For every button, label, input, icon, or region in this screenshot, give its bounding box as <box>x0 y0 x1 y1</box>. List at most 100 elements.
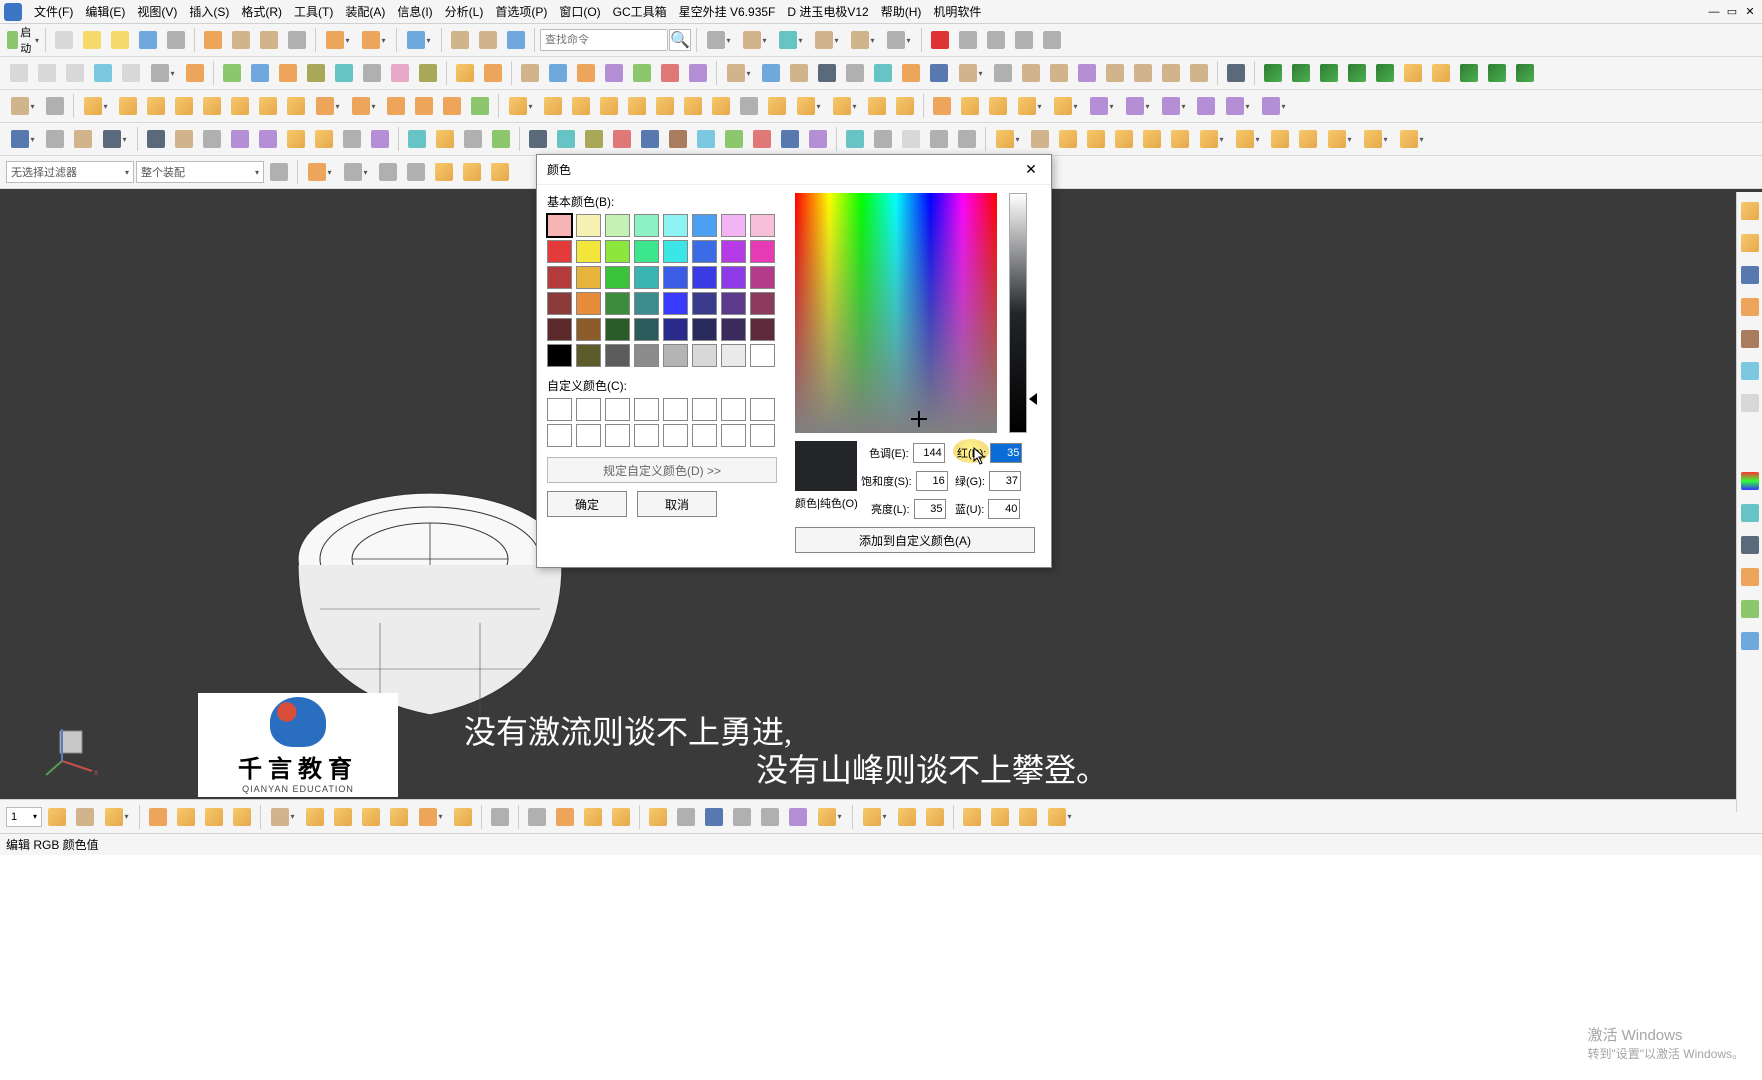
restore-button[interactable]: ▭ <box>1724 5 1740 19</box>
feat-14-icon[interactable] <box>411 93 437 119</box>
feat-1-icon[interactable]: ▾ <box>6 93 40 119</box>
basic-swatch[interactable] <box>750 318 775 341</box>
menu-prefs[interactable]: 首选项(P) <box>489 3 553 20</box>
tb4-20-icon[interactable] <box>637 126 663 152</box>
basic-swatch[interactable] <box>721 214 746 237</box>
basic-swatch[interactable] <box>576 344 601 367</box>
feat-18-icon[interactable] <box>540 93 566 119</box>
p1-icon[interactable] <box>1400 60 1426 86</box>
excel-3-icon[interactable] <box>1316 60 1342 86</box>
curve-3-icon[interactable] <box>573 60 599 86</box>
command-search-go[interactable]: 🔍 <box>669 29 691 51</box>
line-icon[interactable] <box>6 60 32 86</box>
minimize-button[interactable]: — <box>1706 5 1722 19</box>
custom-swatch[interactable] <box>605 424 630 447</box>
sel-7-icon[interactable] <box>459 159 485 185</box>
copy-button[interactable] <box>228 27 254 53</box>
basic-swatch[interactable] <box>547 240 572 263</box>
custom-swatch[interactable] <box>750 424 775 447</box>
basic-swatch[interactable] <box>576 318 601 341</box>
rb-1-icon[interactable] <box>1738 198 1762 224</box>
paste-button[interactable] <box>256 27 282 53</box>
menu-gc[interactable]: GC工具箱 <box>607 3 673 20</box>
feat-41-icon[interactable]: ▾ <box>1257 93 1291 119</box>
arc-icon[interactable] <box>34 60 60 86</box>
bb-25-icon[interactable] <box>785 804 811 830</box>
basic-swatch[interactable] <box>634 214 659 237</box>
custom-swatch[interactable] <box>692 398 717 421</box>
bb-31-icon[interactable] <box>987 804 1013 830</box>
bb-5-icon[interactable] <box>173 804 199 830</box>
g-input[interactable] <box>989 471 1021 491</box>
open-recent-button[interactable] <box>107 27 133 53</box>
record-button[interactable] <box>927 27 953 53</box>
excel-1-icon[interactable] <box>1260 60 1286 86</box>
basic-swatch[interactable] <box>547 292 572 315</box>
custom-swatch[interactable] <box>663 398 688 421</box>
draw-2-icon[interactable] <box>247 60 273 86</box>
rb-2-icon[interactable] <box>1738 230 1762 256</box>
movie-3-button[interactable] <box>1011 27 1037 53</box>
surf-15-icon[interactable] <box>1130 60 1156 86</box>
luminance-slider[interactable] <box>1009 193 1027 433</box>
menu-plugin-3[interactable]: 机明软件 <box>927 3 987 20</box>
basic-swatch[interactable] <box>634 318 659 341</box>
save-button[interactable] <box>135 27 161 53</box>
multi-view-button[interactable]: ▾ <box>846 27 880 53</box>
feat-37-icon[interactable]: ▾ <box>1121 93 1155 119</box>
tb4-19-icon[interactable] <box>609 126 635 152</box>
rb-7-icon[interactable] <box>1738 390 1762 416</box>
bb-23-icon[interactable] <box>729 804 755 830</box>
menu-window[interactable]: 窗口(O) <box>553 3 606 20</box>
curve-1-icon[interactable] <box>517 60 543 86</box>
tb4-22-icon[interactable] <box>693 126 719 152</box>
surf-2-icon[interactable] <box>758 60 784 86</box>
basic-swatch[interactable] <box>750 214 775 237</box>
rb-9-icon[interactable] <box>1738 500 1762 526</box>
rb-10-icon[interactable] <box>1738 532 1762 558</box>
basic-swatch[interactable] <box>605 240 630 263</box>
curve-5-icon[interactable] <box>629 60 655 86</box>
movie-4-button[interactable] <box>1039 27 1065 53</box>
command-search[interactable] <box>540 29 668 51</box>
tb4-10-icon[interactable] <box>339 126 365 152</box>
basic-swatch[interactable] <box>663 344 688 367</box>
feat-17-icon[interactable]: ▾ <box>504 93 538 119</box>
cut-button[interactable] <box>200 27 226 53</box>
close-button[interactable]: ✕ <box>1742 5 1758 19</box>
basic-swatch[interactable] <box>605 214 630 237</box>
basic-swatch[interactable] <box>692 344 717 367</box>
basic-swatch[interactable] <box>692 266 717 289</box>
draw-1-icon[interactable] <box>219 60 245 86</box>
menu-help[interactable]: 帮助(H) <box>875 3 928 20</box>
feat-8-icon[interactable] <box>227 93 253 119</box>
rb-5-icon[interactable] <box>1738 326 1762 352</box>
custom-swatch[interactable] <box>663 424 688 447</box>
bb-18-icon[interactable] <box>580 804 606 830</box>
spline-icon[interactable] <box>62 60 88 86</box>
surf-12-icon[interactable] <box>1046 60 1072 86</box>
feat-4-icon[interactable] <box>115 93 141 119</box>
tb1-c[interactable] <box>503 27 529 53</box>
tb4-6-icon[interactable] <box>227 126 253 152</box>
feat-31-icon[interactable] <box>929 93 955 119</box>
curve-4-icon[interactable] <box>601 60 627 86</box>
sel-6-icon[interactable] <box>431 159 457 185</box>
scope-filter-combo[interactable]: 整个装配▾ <box>136 161 264 183</box>
surf-5-icon[interactable] <box>842 60 868 86</box>
feat-38-icon[interactable]: ▾ <box>1157 93 1191 119</box>
tb4-23-icon[interactable] <box>721 126 747 152</box>
basic-swatch[interactable] <box>692 214 717 237</box>
menu-info[interactable]: 信息(I) <box>391 3 438 20</box>
feat-35-icon[interactable]: ▾ <box>1049 93 1083 119</box>
basic-swatch[interactable] <box>605 344 630 367</box>
selection-filter-combo[interactable]: 无选择过滤器▾ <box>6 161 134 183</box>
delete-button[interactable] <box>284 27 310 53</box>
feat-12-icon[interactable]: ▾ <box>347 93 381 119</box>
tb4-14-icon[interactable] <box>460 126 486 152</box>
feat-2-icon[interactable] <box>42 93 68 119</box>
menu-insert[interactable]: 插入(S) <box>183 3 235 20</box>
feat-28-icon[interactable]: ▾ <box>828 93 862 119</box>
new-button[interactable] <box>51 27 77 53</box>
tb4-45-icon[interactable]: ▾ <box>1395 126 1429 152</box>
